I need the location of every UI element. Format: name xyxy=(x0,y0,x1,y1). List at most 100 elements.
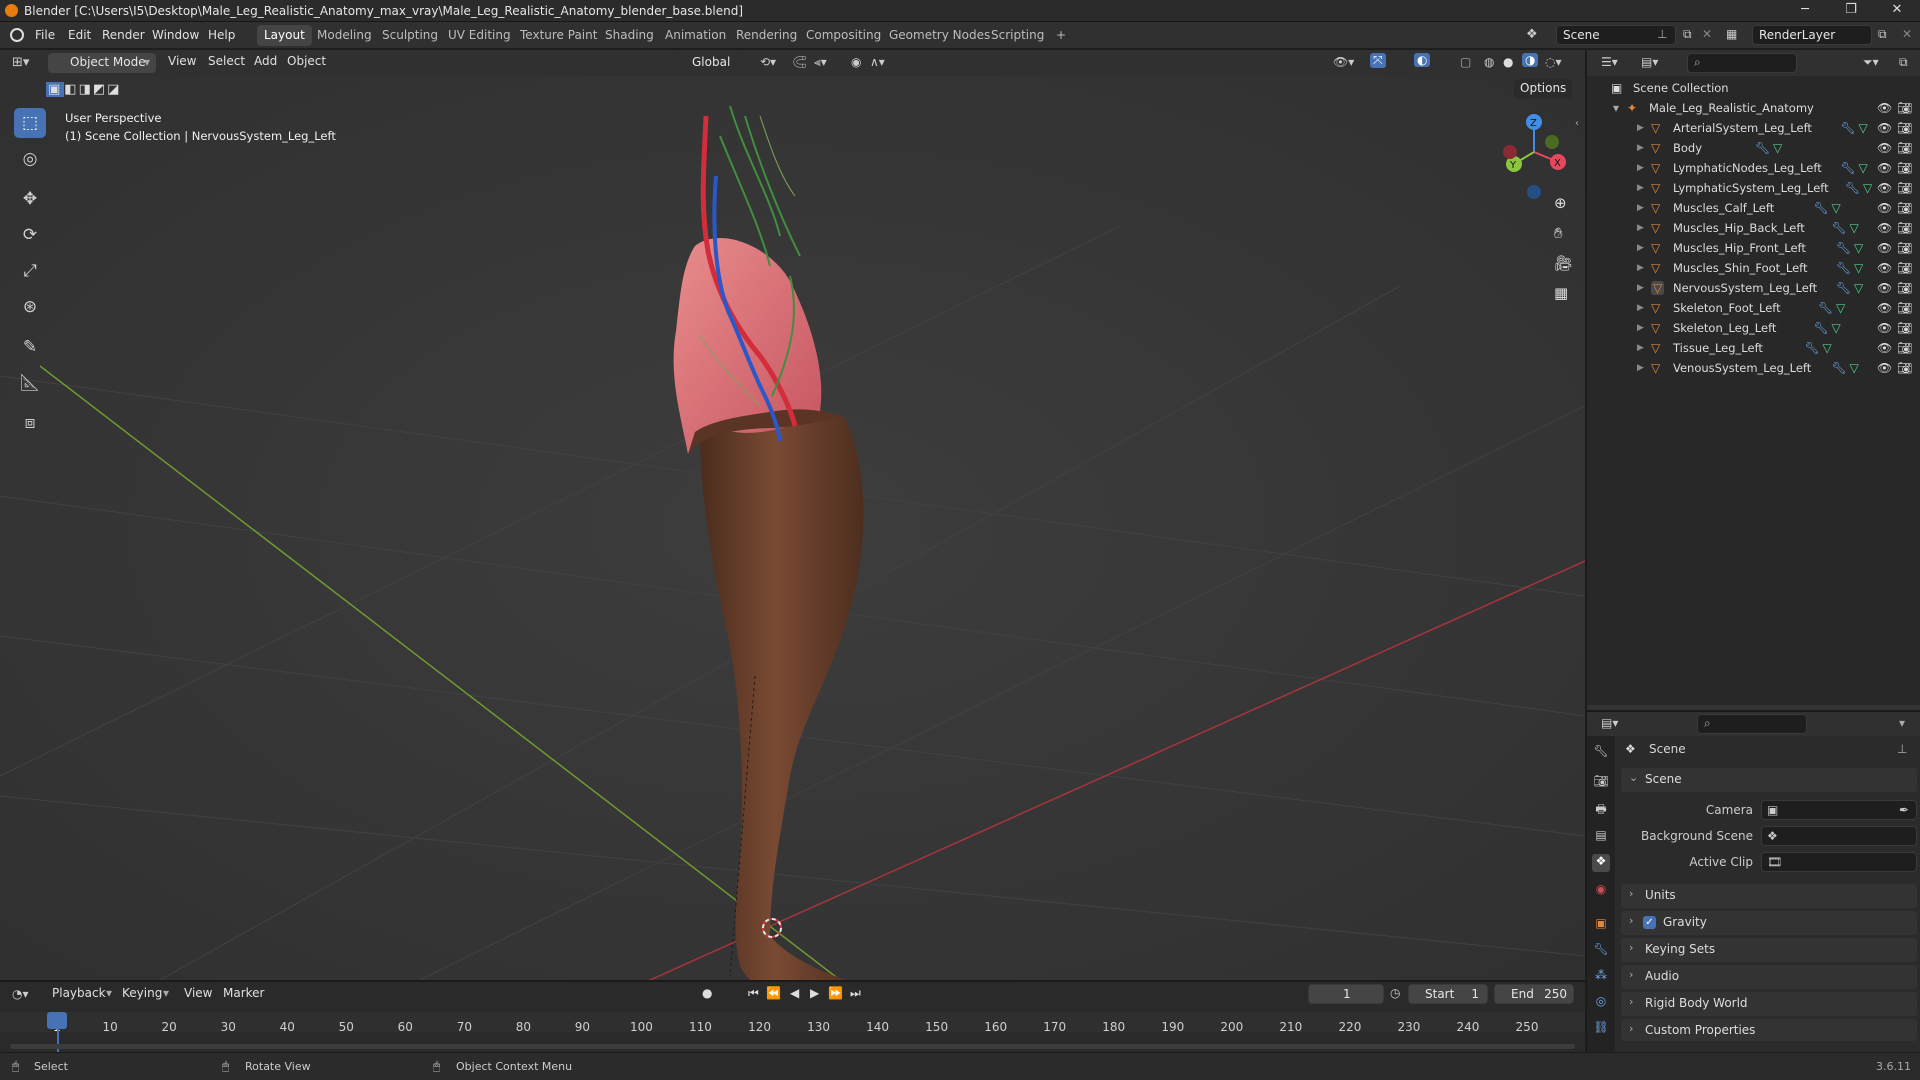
outliner-root[interactable]: ▣ Scene Collection xyxy=(1587,78,1920,98)
menu-window[interactable]: Window xyxy=(152,28,199,42)
solid-shading-icon[interactable]: ● xyxy=(1503,55,1513,69)
mesh-data-icon[interactable]: ▽ xyxy=(1832,321,1841,335)
eye-icon[interactable]: 👁︎ xyxy=(1877,301,1892,315)
modifier-icon[interactable]: 🔧︎ xyxy=(1836,281,1851,295)
expand-chevron-icon[interactable]: ▶ xyxy=(1637,343,1644,353)
outliner-item[interactable]: ▶ ▽ Muscles_Calf_Left 🔧︎ ▽ 👁︎ 📷︎ xyxy=(1587,198,1920,218)
cursor-tool-icon[interactable]: ◎ xyxy=(14,144,46,174)
play-reverse-icon[interactable]: ◀ xyxy=(790,986,799,1000)
eye-icon[interactable]: 👁︎ xyxy=(1877,201,1892,215)
scale-tool-icon[interactable]: ⤢ xyxy=(14,256,46,286)
zoom-icon[interactable]: ⊕ xyxy=(1554,194,1567,212)
timeline-scrollbar[interactable] xyxy=(10,1044,1575,1049)
modifier-icon[interactable]: 🔧︎ xyxy=(1841,161,1856,175)
outliner-item[interactable]: ▶ ▽ Tissue_Leg_Left 🔧︎ ▽ 👁︎ 📷︎ xyxy=(1587,338,1920,358)
menu-timeline-view[interactable]: View xyxy=(184,986,212,1000)
gravity-checkbox[interactable]: ✓ xyxy=(1643,916,1656,929)
close-button[interactable]: ✕ xyxy=(1874,2,1920,20)
properties-search-input[interactable] xyxy=(1697,714,1807,734)
camera-render-icon[interactable]: 📷︎ xyxy=(1897,121,1912,135)
mesh-data-icon[interactable]: ▽ xyxy=(1854,261,1863,275)
tab-geometry-nodes[interactable]: Geometry Nodes xyxy=(882,25,997,46)
play-icon[interactable]: ▶ xyxy=(810,986,819,1000)
eye-icon[interactable]: 👁︎ xyxy=(1877,121,1892,135)
camera-render-icon[interactable]: 📷︎ xyxy=(1897,141,1912,155)
eyedropper-icon[interactable]: ✒︎ xyxy=(1899,803,1909,817)
mesh-data-icon[interactable]: ▽ xyxy=(1859,161,1868,175)
modifier-icon[interactable]: 🔧︎ xyxy=(1845,181,1860,195)
physics-tab-icon[interactable]: ◎ xyxy=(1592,994,1610,1012)
menu-playback[interactable]: Playback xyxy=(52,986,106,1000)
next-keyframe-icon[interactable]: ⏩ xyxy=(828,986,843,1000)
modifier-icon[interactable]: 🔧︎ xyxy=(1814,321,1829,335)
mesh-data-icon[interactable]: ▽ xyxy=(1850,361,1859,375)
rendered-shading-icon[interactable]: ◌▾ xyxy=(1545,55,1562,69)
menu-keying[interactable]: Keying xyxy=(122,986,162,1000)
mesh-data-icon[interactable]: ▽ xyxy=(1836,301,1845,315)
camera-render-icon[interactable]: 📷︎ xyxy=(1897,301,1912,315)
camera-render-icon[interactable]: 📷︎ xyxy=(1897,241,1912,255)
camera-view-icon[interactable]: 🎥︎ xyxy=(1554,254,1573,272)
editor-type-icon[interactable]: ⊞▾ xyxy=(12,55,29,70)
outliner-item[interactable]: ▶ ▽ Body 🔧︎ ▽ 👁︎ 📷︎ xyxy=(1587,138,1920,158)
mesh-data-icon[interactable]: ▽ xyxy=(1863,181,1872,195)
camera-render-icon[interactable]: 📷︎ xyxy=(1897,281,1912,295)
active-clip-field[interactable] xyxy=(1761,852,1917,872)
transform-orientation-dropdown[interactable]: Global xyxy=(670,53,746,73)
camera-render-icon[interactable]: 📷︎ xyxy=(1897,321,1912,335)
3d-viewport[interactable]: User Perspective (1) Scene Collection | … xyxy=(0,76,1585,980)
outliner-item[interactable]: ▶ ▽ Skeleton_Leg_Left 🔧︎ ▽ 👁︎ 📷︎ xyxy=(1587,318,1920,338)
pin-icon[interactable]: ⊥ xyxy=(1657,27,1667,41)
playhead[interactable] xyxy=(47,1012,67,1029)
outliner-item[interactable]: ▶ ▽ Muscles_Shin_Foot_Left 🔧︎ ▽ 👁︎ 📷︎ xyxy=(1587,258,1920,278)
expand-chevron-icon[interactable]: ▶ xyxy=(1637,123,1644,133)
timeline-editor-icon[interactable]: ◔▾ xyxy=(12,987,29,1001)
eye-icon[interactable]: 👁︎ xyxy=(1877,141,1892,155)
properties-editor-icon[interactable]: ▤▾ xyxy=(1601,716,1618,730)
mesh-data-icon[interactable]: ▽ xyxy=(1832,201,1841,215)
scene-selector-icon[interactable]: ❖ xyxy=(1526,27,1538,42)
new-collection-icon[interactable]: ⧉ xyxy=(1899,55,1908,70)
new-render-layer-icon[interactable]: ⧉ xyxy=(1878,27,1887,42)
camera-render-icon[interactable]: 📷︎ xyxy=(1897,221,1912,235)
expand-chevron-icon[interactable]: ▾ xyxy=(1613,101,1619,115)
rigid-body-world-panel-header[interactable]: › Rigid Body World xyxy=(1621,992,1917,1016)
visibility-filter-icon[interactable]: 👁︎▾ xyxy=(1333,55,1354,69)
chevron-down-icon[interactable]: ▾ xyxy=(1899,716,1905,730)
outliner-editor-icon[interactable]: ☰▾ xyxy=(1601,55,1618,69)
modifier-icon[interactable]: 🔧︎ xyxy=(1832,361,1847,375)
tab-shading[interactable]: Shading xyxy=(598,25,661,46)
audio-panel-header[interactable]: › Audio xyxy=(1621,965,1917,989)
expand-chevron-icon[interactable]: ▶ xyxy=(1637,303,1644,313)
delete-render-layer-icon[interactable]: ✕ xyxy=(1902,27,1912,41)
tab-sculpting[interactable]: Sculpting xyxy=(375,25,445,46)
expand-chevron-icon[interactable]: ▶ xyxy=(1637,183,1644,193)
outliner-item[interactable]: ▶ ▽ LymphaticSystem_Leg_Left 🔧︎ ▽ 👁︎ 📷︎ xyxy=(1587,178,1920,198)
modifier-icon[interactable]: 🔧︎ xyxy=(1836,241,1851,255)
modifier-icon[interactable]: 🔧︎ xyxy=(1836,261,1851,275)
eye-icon[interactable]: 👁︎ xyxy=(1877,181,1892,195)
menu-render[interactable]: Render xyxy=(102,28,145,42)
mesh-data-icon[interactable]: ▽ xyxy=(1823,341,1832,355)
view-layer-tab-icon[interactable]: ▤ xyxy=(1592,828,1610,846)
snap-icon[interactable]: 🧲︎ xyxy=(792,55,807,69)
gizmo-toggle-icon[interactable]: ⤧ xyxy=(1370,53,1386,68)
jump-start-icon[interactable]: ⏮ xyxy=(748,986,759,1001)
menu-object[interactable]: Object xyxy=(287,54,326,68)
expand-chevron-icon[interactable]: ▶ xyxy=(1637,363,1644,373)
clock-icon[interactable]: ◷ xyxy=(1390,986,1400,1000)
wireframe-shading-icon[interactable]: ◍ xyxy=(1484,55,1494,69)
new-scene-icon[interactable]: ⧉ xyxy=(1683,27,1692,42)
tab-scripting[interactable]: Scripting xyxy=(984,25,1051,46)
gravity-panel-header[interactable]: › ✓ Gravity xyxy=(1621,911,1917,935)
expand-chevron-icon[interactable]: ▶ xyxy=(1637,203,1644,213)
modifier-icon[interactable]: 🔧︎ xyxy=(1814,201,1829,215)
eye-icon[interactable]: 👁︎ xyxy=(1877,221,1892,235)
camera-render-icon[interactable]: 📷︎ xyxy=(1897,181,1912,195)
scene-tab-icon[interactable]: ❖ xyxy=(1592,854,1610,872)
eye-icon[interactable]: 👁︎ xyxy=(1877,161,1892,175)
outliner-search-input[interactable] xyxy=(1687,53,1797,73)
add-workspace-button[interactable]: + xyxy=(1049,25,1073,46)
mesh-data-icon[interactable]: ▽ xyxy=(1854,281,1863,295)
outliner-item[interactable]: ▶ ▽ NervousSystem_Leg_Left 🔧︎ ▽ 👁︎ 📷︎ xyxy=(1587,278,1920,298)
